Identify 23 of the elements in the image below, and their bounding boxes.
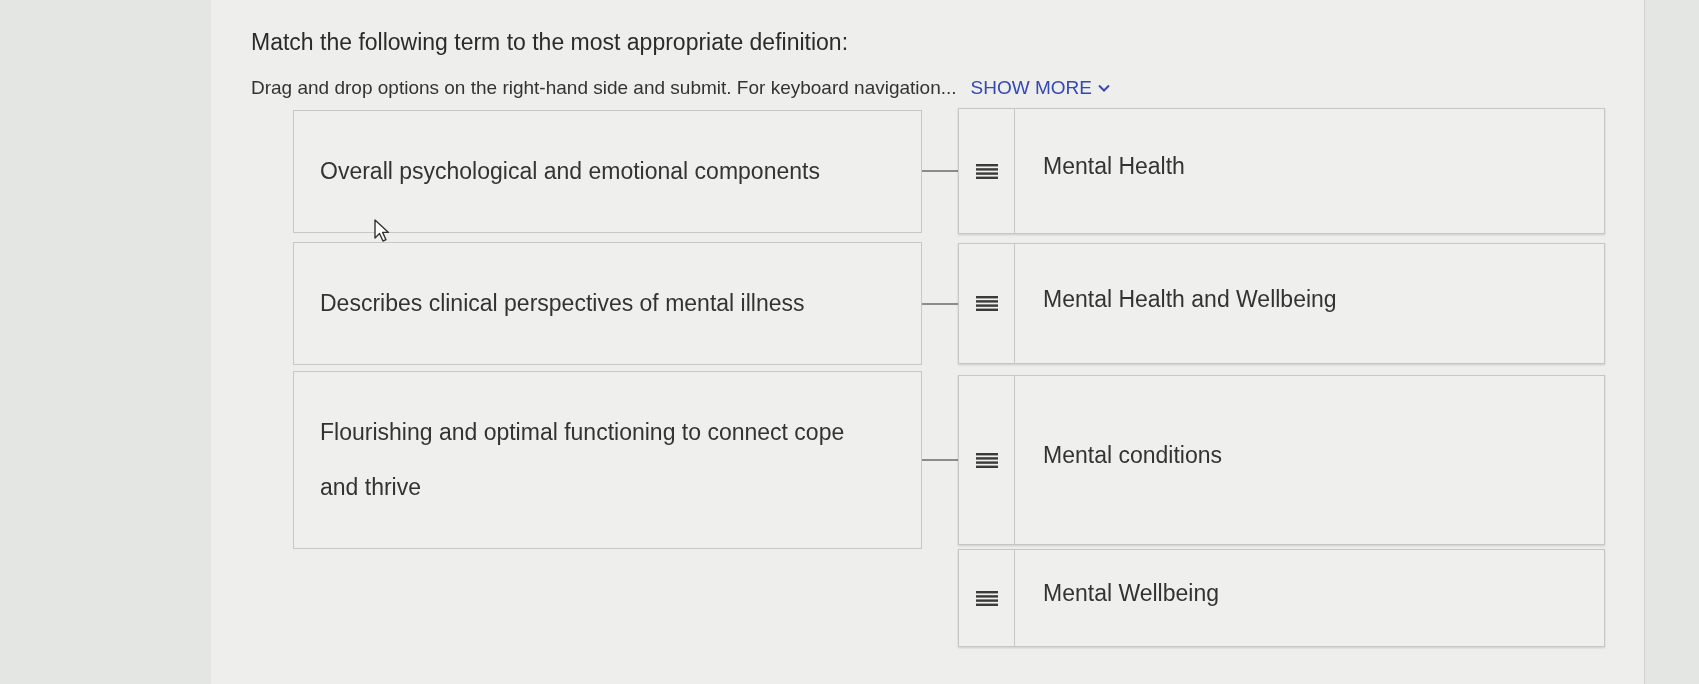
drag-handle-icon — [975, 296, 998, 311]
answer-option[interactable]: Mental Wellbeing — [958, 549, 1605, 647]
answer-option[interactable]: Mental Health — [958, 108, 1605, 234]
connector-line — [922, 459, 958, 461]
connector-line — [922, 170, 958, 172]
drag-handle-icon — [975, 590, 998, 606]
connector-line — [922, 302, 958, 305]
term-card: Describes clinical perspectives of mental illness — [293, 242, 922, 365]
option-label: Mental Health — [1043, 152, 1185, 180]
chevron-down-icon — [1097, 84, 1110, 92]
drag-handle-icon — [975, 163, 998, 179]
term-card: Overall psychological and emotional components — [293, 109, 922, 233]
cursor-icon — [374, 219, 390, 243]
drag-handle-icon — [975, 452, 998, 468]
question-title: Match the following term to the most appropriate definition: — [251, 28, 849, 56]
option-label: Mental conditions — [1043, 441, 1222, 469]
instructions-text: Drag and drop options on the right-hand side and submit. For keyboard navigation... — [251, 76, 957, 100]
option-label: Mental Health and Wellbeing — [1043, 284, 1337, 313]
show-more-button[interactable]: SHOW MORE — [970, 76, 1110, 100]
answer-option[interactable]: Mental Health and Wellbeing — [958, 243, 1605, 364]
term-card: Flourishing and optimal functioning to connect cope and thrive — [293, 371, 922, 549]
option-label: Mental Wellbeing — [1043, 579, 1219, 607]
answer-option[interactable]: Mental conditions — [958, 375, 1605, 545]
